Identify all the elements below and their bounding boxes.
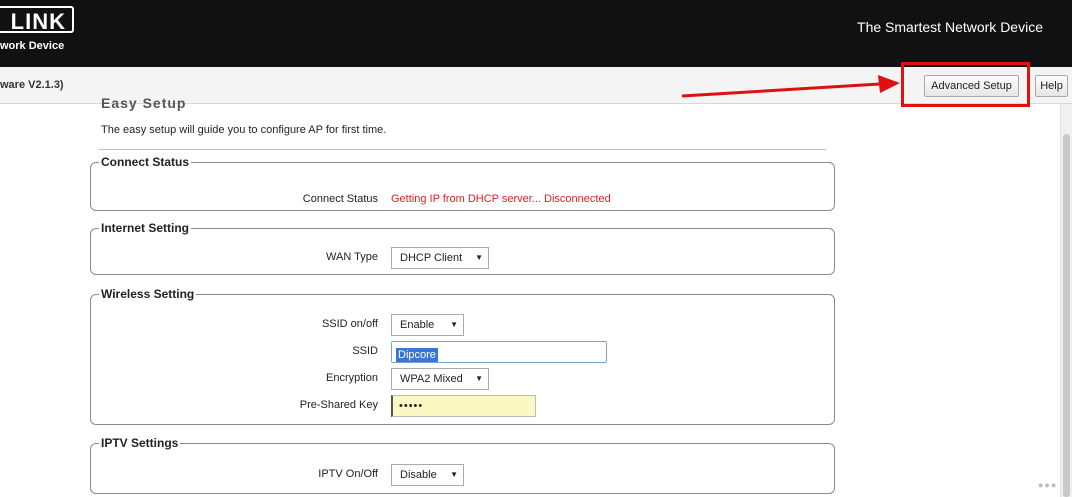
ssid-input[interactable]: Dipcore <box>391 341 607 363</box>
encryption-value-wrap: WPA2 Mixed ▼ <box>391 368 489 390</box>
encryption-row: Encryption WPA2 Mixed ▼ <box>91 368 836 390</box>
ssid-label: SSID <box>352 345 378 357</box>
ssid-value-wrap: Dipcore <box>391 341 607 363</box>
annotation-highlight-box <box>901 62 1030 107</box>
iptv-label: IPTV On/Off <box>318 468 378 480</box>
connect-status-label: Connect Status <box>302 193 378 205</box>
help-button[interactable]: Help <box>1035 75 1068 97</box>
iptv-row: IPTV On/Off Disable ▼ <box>91 464 836 486</box>
iptv-selected: Disable <box>400 469 437 481</box>
page-intro: The easy setup will guide you to configu… <box>101 124 387 136</box>
iptv-select[interactable]: Disable ▼ <box>391 464 464 486</box>
ssid-onoff-row: SSID on/off Enable ▼ <box>91 314 836 336</box>
connect-status-row: Connect Status Getting IP from DHCP serv… <box>91 189 836 211</box>
connect-status-section: Connect Status Connect Status Getting IP… <box>90 155 835 211</box>
ssid-onoff-label: SSID on/off <box>321 318 378 330</box>
chevron-down-icon: ▼ <box>475 253 483 262</box>
page-title: Easy Setup <box>101 95 187 111</box>
ssid-onoff-select[interactable]: Enable ▼ <box>391 314 464 336</box>
header-tagline: The Smartest Network Device <box>857 19 1043 35</box>
wan-type-selected: DHCP Client <box>400 252 463 264</box>
watermark-dots: ●●● <box>1038 480 1058 490</box>
scrollbar-thumb[interactable] <box>1063 134 1070 497</box>
encryption-select[interactable]: WPA2 Mixed ▼ <box>391 368 489 390</box>
iptv-settings-section: IPTV Settings IPTV On/Off Disable ▼ <box>90 436 835 494</box>
logo-text: LINK <box>10 9 66 34</box>
iptv-settings-legend: IPTV Settings <box>101 436 179 450</box>
iptv-value-wrap: Disable ▼ <box>391 464 464 486</box>
wan-type-value-wrap: DHCP Client ▼ <box>391 247 489 269</box>
wan-type-row: WAN Type DHCP Client ▼ <box>91 247 836 269</box>
wireless-setting-legend: Wireless Setting <box>101 287 195 301</box>
internet-setting-section: Internet Setting WAN Type DHCP Client ▼ <box>90 221 835 275</box>
ssid-onoff-selected: Enable <box>400 319 435 331</box>
chevron-down-icon: ▼ <box>475 374 483 383</box>
internet-setting-legend: Internet Setting <box>101 221 190 235</box>
brand-logo: LINK <box>0 6 74 34</box>
ssid-input-value: Dipcore <box>396 348 438 362</box>
wan-type-select[interactable]: DHCP Client ▼ <box>391 247 489 269</box>
wan-type-label: WAN Type <box>326 251 378 263</box>
wireless-setting-section: Wireless Setting SSID on/off Enable ▼ SS… <box>90 287 835 425</box>
psk-label: Pre-Shared Key <box>299 399 378 411</box>
chevron-down-icon: ▼ <box>450 470 458 479</box>
connect-status-value: Getting IP from DHCP server... Disconnec… <box>391 193 611 205</box>
ssid-onoff-value-wrap: Enable ▼ <box>391 314 464 336</box>
psk-value-wrap: ••••• <box>391 395 536 417</box>
chevron-down-icon: ▼ <box>450 320 458 329</box>
ssid-row: SSID Dipcore <box>91 341 836 363</box>
psk-input[interactable]: ••••• <box>391 395 536 417</box>
encryption-selected: WPA2 Mixed <box>400 373 463 385</box>
top-header: LINK work Device The Smartest Network De… <box>0 0 1072 67</box>
firmware-version: ware V2.1.3) <box>0 79 64 91</box>
connect-status-legend: Connect Status <box>101 155 190 169</box>
title-divider <box>99 149 826 150</box>
encryption-label: Encryption <box>326 372 378 384</box>
logo-subtitle: work Device <box>0 40 65 52</box>
psk-row: Pre-Shared Key ••••• <box>91 395 836 417</box>
vertical-scrollbar[interactable] <box>1060 104 1072 497</box>
